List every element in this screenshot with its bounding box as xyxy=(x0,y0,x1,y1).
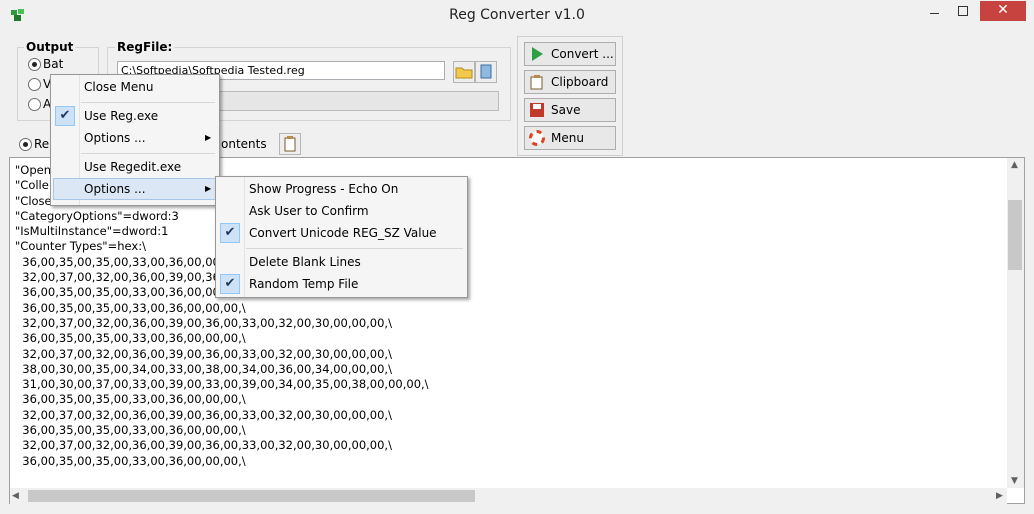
text-line: 32,00,37,00,32,00,36,00,39,00,36,00,33,0… xyxy=(15,407,392,422)
text-line: 32,00,37,00,32,00,36,00,39,00,36,00,33,0… xyxy=(15,315,392,330)
save-button-label: Save xyxy=(551,103,581,117)
text-line: 36,00,35,00,35,00,33,00,36,00,00,00,\ xyxy=(15,331,246,346)
clipboard-button[interactable]: Clipboard ... xyxy=(524,70,616,103)
convert-button-label: Convert ... xyxy=(551,47,614,61)
menu-item-delete-blank[interactable]: Delete Blank Lines xyxy=(218,251,465,273)
menu-item-close-menu-label: Close Menu xyxy=(84,80,154,94)
menu-item-options-regedit[interactable]: Options ... ▶ xyxy=(53,178,217,200)
text-line: 38,00,30,00,35,00,34,00,33,00,38,00,34,0… xyxy=(15,361,392,376)
submenu-arrow-icon: ▶ xyxy=(205,133,212,142)
menu-item-random-temp[interactable]: ✔ Random Temp File xyxy=(218,273,465,295)
menu-item-close-menu[interactable]: Close Menu xyxy=(53,76,217,98)
text-line: 32,00,37,00,32,00,36,00,39,00,36,00,33,0… xyxy=(15,346,392,361)
menu-item-options-reg-label: Options ... xyxy=(84,131,146,145)
text-line: 36,00,35,00,35,00,33,00,36,00,00,00,\ xyxy=(15,423,246,438)
menu-item-delete-blank-label: Delete Blank Lines xyxy=(249,255,361,269)
vertical-scroll-thumb[interactable] xyxy=(1008,200,1022,270)
play-icon xyxy=(532,47,543,61)
title-bar: Reg Converter v1.0 ✕ xyxy=(0,0,1034,31)
scroll-up-arrow[interactable]: ▲ xyxy=(1011,160,1018,170)
radio-reg-view[interactable] xyxy=(19,138,32,151)
contents-label: ontents xyxy=(221,137,267,151)
menu-item-options-reg[interactable]: Options ... ▶ xyxy=(53,127,217,149)
regfile-label: RegFile: xyxy=(115,40,175,54)
text-line: 31,00,30,00,37,00,33,00,39,00,33,00,39,0… xyxy=(15,377,429,392)
text-line: 32,00,37,00,32,00,36,00,39,00,36,00,33,0… xyxy=(15,438,392,453)
clipboard-small-button[interactable] xyxy=(279,133,301,155)
menu-item-use-regedit-label: Use Regedit.exe xyxy=(84,160,182,174)
open-folder-button[interactable] xyxy=(453,61,475,83)
radio-reg-view-label: Re xyxy=(34,137,50,151)
horizontal-scroll-thumb[interactable] xyxy=(28,490,475,502)
progress-bar xyxy=(205,91,499,111)
options-submenu: Show Progress - Echo On Ask User to Conf… xyxy=(215,176,468,298)
scroll-down-arrow[interactable]: ▼ xyxy=(1011,476,1018,486)
save-button[interactable]: Save xyxy=(524,98,616,122)
check-icon: ✔ xyxy=(220,274,240,294)
convert-button[interactable]: Convert ... xyxy=(524,42,616,66)
minimize-button[interactable] xyxy=(921,1,947,21)
main-context-menu: Close Menu ✔ Use Reg.exe Options ... ▶ U… xyxy=(50,74,220,206)
radio-v[interactable] xyxy=(28,78,41,91)
menu-item-use-reg[interactable]: ✔ Use Reg.exe xyxy=(53,105,217,127)
radio-a[interactable] xyxy=(28,98,41,111)
menu-item-use-reg-label: Use Reg.exe xyxy=(84,109,159,123)
menu-item-show-progress[interactable]: Show Progress - Echo On xyxy=(218,178,465,200)
menu-button-label: Menu xyxy=(551,131,584,145)
menu-item-options-regedit-label: Options ... xyxy=(84,182,146,196)
menu-item-random-temp-label: Random Temp File xyxy=(249,277,359,291)
scroll-right-arrow[interactable]: ▶ xyxy=(996,491,1003,501)
text-line: 36,00,35,00,35,00,33,00,36,00,00,00,\ xyxy=(15,453,246,468)
radio-bat-label: Bat xyxy=(43,57,64,71)
scroll-left-arrow[interactable]: ◀ xyxy=(12,491,19,501)
output-text-area[interactable]: "Open"Colle"Close"="ClosePerformanceData… xyxy=(9,157,1025,504)
text-line: 36,00,35,00,35,00,33,00,36,00,00,00,\ xyxy=(15,300,246,315)
menu-item-convert-unicode-label: Convert Unicode REG_SZ Value xyxy=(249,226,437,240)
check-icon: ✔ xyxy=(220,223,240,243)
menu-item-convert-unicode[interactable]: ✔ Convert Unicode REG_SZ Value xyxy=(218,222,465,244)
menu-button[interactable]: Menu xyxy=(524,126,616,150)
menu-item-use-regedit[interactable]: Use Regedit.exe xyxy=(53,156,217,178)
close-button[interactable]: ✕ xyxy=(980,1,1026,21)
radio-bat[interactable] xyxy=(28,58,41,71)
output-label: Output xyxy=(24,40,76,54)
document-icon xyxy=(480,64,492,79)
text-line: 36,00,35,00,35,00,33,00,36,00,00,00,\ xyxy=(15,392,246,407)
window-title: Reg Converter v1.0 xyxy=(449,7,585,23)
check-icon: ✔ xyxy=(55,106,75,126)
lifebuoy-icon xyxy=(529,130,545,146)
clipboard-icon xyxy=(530,75,543,90)
submenu-arrow-icon: ▶ xyxy=(205,184,212,193)
disk-icon xyxy=(530,103,544,117)
file-button[interactable] xyxy=(475,61,497,83)
clipboard-icon xyxy=(284,136,296,152)
menu-item-ask-user-label: Ask User to Confirm xyxy=(249,204,369,218)
menu-item-ask-user[interactable]: Ask User to Confirm xyxy=(218,200,465,222)
menu-item-show-progress-label: Show Progress - Echo On xyxy=(249,182,399,196)
maximize-button[interactable] xyxy=(950,1,976,21)
folder-icon xyxy=(455,67,473,79)
